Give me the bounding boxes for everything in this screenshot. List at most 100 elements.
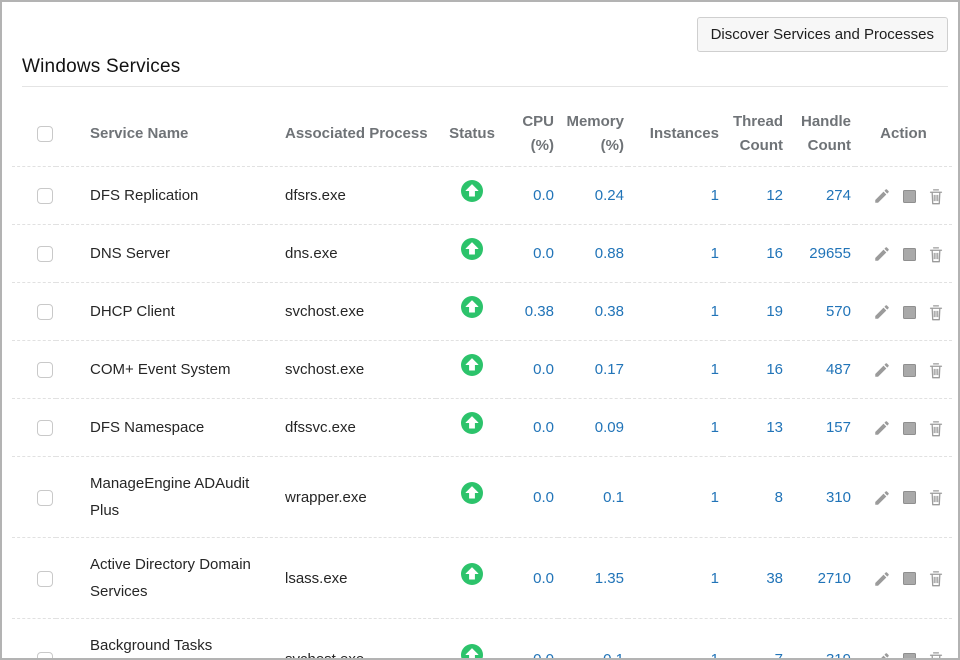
- action-cell: [855, 538, 952, 619]
- delete-trash-icon[interactable]: [928, 488, 944, 507]
- handle-count-value: 29655: [787, 225, 855, 283]
- associated-process-cell: svchost.exe: [260, 619, 436, 660]
- service-table-row: Active Directory Domain Services lsass.e…: [12, 538, 952, 619]
- action-cell: [855, 167, 952, 225]
- stop-icon[interactable]: [903, 364, 916, 377]
- thread-count-value: 7: [723, 619, 787, 660]
- status-up-icon: [461, 563, 483, 594]
- action-cell: [855, 341, 952, 399]
- instances-value: 1: [628, 619, 723, 660]
- service-table-row: DHCP Client svchost.exe 0.38 0.38 1 19 5…: [12, 283, 952, 341]
- service-table-row: DFS Replication dfsrs.exe 0.0 0.24 1 12 …: [12, 167, 952, 225]
- thread-count-value: 16: [723, 225, 787, 283]
- cpu-value: 0.0: [508, 341, 558, 399]
- service-name-cell: COM+ Event System: [56, 341, 260, 399]
- delete-trash-icon[interactable]: [928, 187, 944, 206]
- status-up-icon: [461, 644, 483, 660]
- status-up-icon: [461, 238, 483, 269]
- instances-value: 1: [628, 225, 723, 283]
- row-checkbox[interactable]: [37, 490, 53, 506]
- status-up-icon: [461, 354, 483, 385]
- column-header-handle-count: Handle Count: [787, 102, 855, 167]
- service-table-row: COM+ Event System svchost.exe 0.0 0.17 1…: [12, 341, 952, 399]
- handle-count-value: 570: [787, 283, 855, 341]
- select-all-checkbox[interactable]: [37, 126, 53, 142]
- instances-value: 1: [628, 167, 723, 225]
- edit-icon[interactable]: [873, 570, 891, 588]
- handle-count-value: 310: [787, 457, 855, 538]
- handle-count-value: 2710: [787, 538, 855, 619]
- edit-icon[interactable]: [873, 651, 891, 660]
- memory-value: 0.38: [558, 283, 628, 341]
- memory-value: 0.17: [558, 341, 628, 399]
- delete-trash-icon[interactable]: [928, 650, 944, 660]
- delete-trash-icon[interactable]: [928, 245, 944, 264]
- cpu-value: 0.0: [508, 538, 558, 619]
- edit-icon[interactable]: [873, 419, 891, 437]
- delete-trash-icon[interactable]: [928, 569, 944, 588]
- column-header-thread-count: Thread Count: [723, 102, 787, 167]
- cpu-value: 0.0: [508, 225, 558, 283]
- service-name-cell: ManageEngine ADAudit Plus: [56, 457, 260, 538]
- thread-count-value: 19: [723, 283, 787, 341]
- thread-count-value: 16: [723, 341, 787, 399]
- discover-services-button[interactable]: Discover Services and Processes: [697, 17, 948, 52]
- column-header-memory: Memory (%): [558, 102, 628, 167]
- table-header-row: Service Name Associated Process Status C…: [12, 102, 952, 167]
- service-name-cell: DHCP Client: [56, 283, 260, 341]
- row-checkbox[interactable]: [37, 188, 53, 204]
- column-header-cpu: CPU (%): [508, 102, 558, 167]
- handle-count-value: 487: [787, 341, 855, 399]
- stop-icon[interactable]: [903, 190, 916, 203]
- cpu-value: 0.0: [508, 399, 558, 457]
- row-checkbox[interactable]: [37, 304, 53, 320]
- service-table-row: DNS Server dns.exe 0.0 0.88 1 16 29655: [12, 225, 952, 283]
- edit-icon[interactable]: [873, 187, 891, 205]
- column-header-action: Action: [855, 102, 952, 167]
- action-cell: [855, 457, 952, 538]
- memory-value: 0.1: [558, 619, 628, 660]
- row-checkbox[interactable]: [37, 571, 53, 587]
- action-cell: [855, 283, 952, 341]
- stop-icon[interactable]: [903, 306, 916, 319]
- stop-icon[interactable]: [903, 491, 916, 504]
- service-table-row: DFS Namespace dfssvc.exe 0.0 0.09 1 13 1…: [12, 399, 952, 457]
- windows-services-panel: Discover Services and Processes Windows …: [0, 0, 960, 660]
- column-header-status: Status: [436, 102, 508, 167]
- associated-process-cell: svchost.exe: [260, 341, 436, 399]
- row-checkbox[interactable]: [37, 420, 53, 436]
- column-header-service-name: Service Name: [56, 102, 260, 167]
- status-up-icon: [461, 180, 483, 211]
- delete-trash-icon[interactable]: [928, 361, 944, 380]
- delete-trash-icon[interactable]: [928, 419, 944, 438]
- action-cell: [855, 225, 952, 283]
- handle-count-value: 157: [787, 399, 855, 457]
- services-table: Service Name Associated Process Status C…: [12, 102, 952, 660]
- delete-trash-icon[interactable]: [928, 303, 944, 322]
- edit-icon[interactable]: [873, 489, 891, 507]
- stop-icon[interactable]: [903, 248, 916, 261]
- status-up-icon: [461, 412, 483, 443]
- service-name-cell: Background Tasks Infrastructure Service: [56, 619, 260, 660]
- service-name-cell: DFS Replication: [56, 167, 260, 225]
- stop-icon[interactable]: [903, 422, 916, 435]
- associated-process-cell: dfssvc.exe: [260, 399, 436, 457]
- memory-value: 0.1: [558, 457, 628, 538]
- page-header: Discover Services and Processes Windows …: [22, 2, 948, 87]
- stop-icon[interactable]: [903, 653, 916, 660]
- row-checkbox[interactable]: [37, 362, 53, 378]
- edit-icon[interactable]: [873, 303, 891, 321]
- edit-icon[interactable]: [873, 361, 891, 379]
- service-table-row: ManageEngine ADAudit Plus wrapper.exe 0.…: [12, 457, 952, 538]
- handle-count-value: 319: [787, 619, 855, 660]
- row-checkbox[interactable]: [37, 246, 53, 262]
- column-header-associated-process: Associated Process: [260, 102, 436, 167]
- page-title: Windows Services: [22, 56, 948, 78]
- action-cell: [855, 619, 952, 660]
- edit-icon[interactable]: [873, 245, 891, 263]
- memory-value: 0.09: [558, 399, 628, 457]
- associated-process-cell: lsass.exe: [260, 538, 436, 619]
- instances-value: 1: [628, 399, 723, 457]
- stop-icon[interactable]: [903, 572, 916, 585]
- row-checkbox[interactable]: [37, 652, 53, 660]
